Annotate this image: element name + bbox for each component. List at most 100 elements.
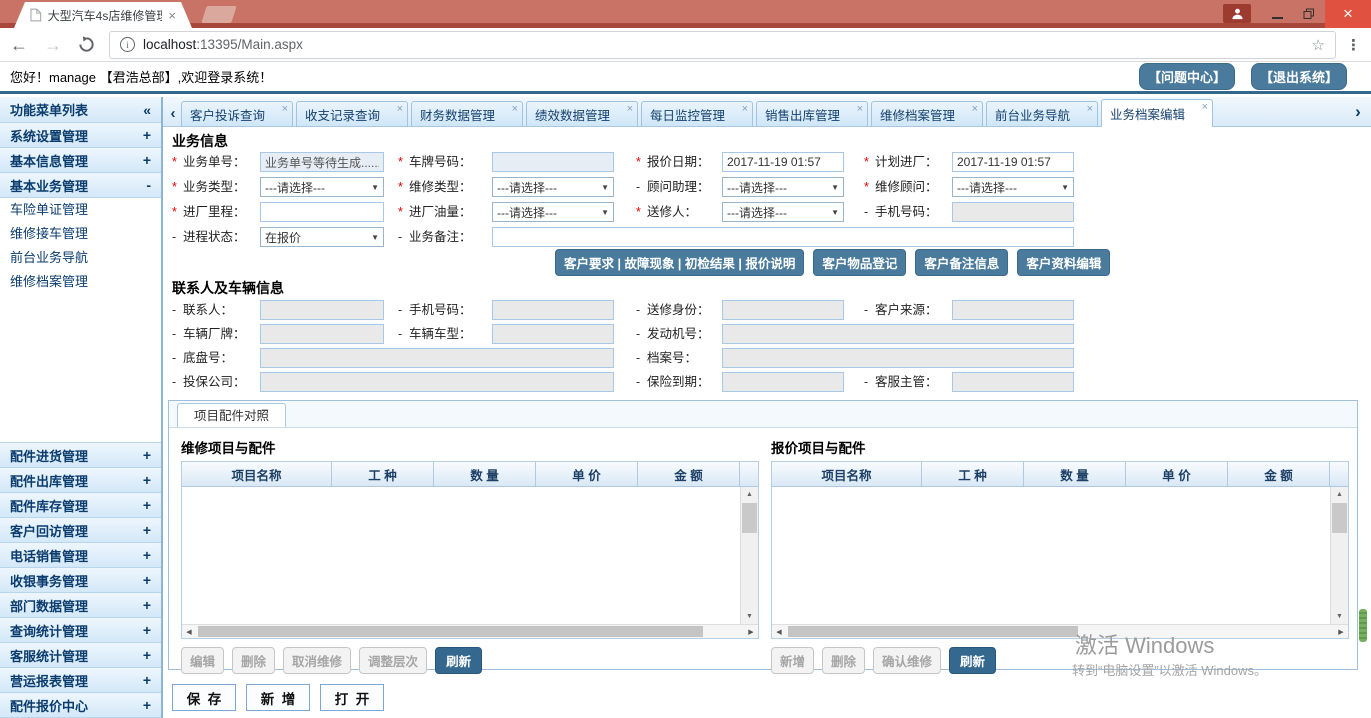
plate-no-input[interactable] [492, 152, 614, 172]
tab-close-icon[interactable]: × [1087, 104, 1093, 114]
logout-button[interactable]: 【退出系统】 [1251, 63, 1347, 90]
btn-refresh-left[interactable]: 刷新 [435, 647, 482, 674]
sidebar-group-cs-stats[interactable]: 客服统计管理+ [0, 643, 161, 668]
btn-cancel-repair[interactable]: 取消维修 [283, 647, 351, 674]
sidebar-group-operation-reports[interactable]: 营运报表管理+ [0, 668, 161, 693]
engine-no-input[interactable] [722, 324, 1074, 344]
info-icon[interactable]: i [120, 37, 135, 52]
sidebar-group-basic-business[interactable]: 基本业务管理 - [0, 173, 161, 198]
back-icon[interactable] [10, 36, 28, 54]
btn-customer-notes[interactable]: 客户备注信息 [915, 249, 1008, 276]
insurance-due-input[interactable] [722, 372, 844, 392]
tab-customer-complaints[interactable]: 客户投诉查询× [181, 101, 293, 126]
expand-icon[interactable]: + [143, 647, 151, 663]
business-note-input[interactable] [492, 227, 1074, 247]
btn-confirm-repair[interactable]: 确认维修 [873, 647, 941, 674]
expand-icon[interactable]: + [143, 472, 151, 488]
advisor-assistant-select[interactable]: ---请选择--- [722, 177, 844, 197]
tab-finance-data[interactable]: 财务数据管理× [411, 101, 523, 126]
expand-icon[interactable]: + [143, 497, 151, 513]
tab-close-icon[interactable]: × [972, 104, 978, 114]
tab-close-icon[interactable]: × [512, 104, 518, 114]
new-tab-button[interactable] [201, 6, 237, 23]
expand-icon[interactable]: + [143, 622, 151, 638]
horizontal-scrollbar[interactable] [772, 624, 1348, 638]
restore-button[interactable] [1293, 0, 1325, 28]
expand-icon[interactable]: + [143, 672, 151, 688]
sidebar-group-query-stats[interactable]: 查询统计管理+ [0, 618, 161, 643]
scrollbar-thumb[interactable] [198, 626, 703, 637]
scroll-down-icon[interactable] [741, 609, 758, 624]
sidebar-group-telesales[interactable]: 电话销售管理+ [0, 543, 161, 568]
expand-icon[interactable]: + [143, 127, 151, 143]
sidebar-group-parts-outbound[interactable]: 配件出库管理+ [0, 468, 161, 493]
scroll-right-icon[interactable] [1334, 625, 1348, 638]
tab-close-icon[interactable]: × [1202, 102, 1208, 112]
page-scrollbar-thumb[interactable] [1359, 609, 1367, 642]
vehicle-brand-input[interactable] [260, 324, 384, 344]
archive-no-input[interactable] [722, 348, 1074, 368]
open-button[interactable]: 打 开 [320, 684, 384, 711]
expand-icon[interactable]: + [143, 597, 151, 613]
tab-close-icon[interactable]: × [397, 104, 403, 114]
order-no-input[interactable] [260, 152, 384, 172]
question-center-button[interactable]: 【问题中心】 [1139, 63, 1235, 90]
cs-manager-input[interactable] [952, 372, 1074, 392]
bookmark-star-icon[interactable] [1312, 36, 1325, 54]
btn-customer-profile-edit[interactable]: 客户资料编辑 [1017, 249, 1110, 276]
sidebar-group-customer-followup[interactable]: 客户回访管理+ [0, 518, 161, 543]
repair-advisor-select[interactable]: ---请选择--- [952, 177, 1074, 197]
new-button[interactable]: 新 增 [246, 684, 310, 711]
btn-delete-right[interactable]: 删除 [822, 647, 865, 674]
scroll-up-icon[interactable] [741, 487, 758, 502]
collapse-icon[interactable]: « [143, 102, 151, 118]
tab-business-archive-edit[interactable]: 业务档案编辑× [1101, 99, 1213, 127]
save-button[interactable]: 保 存 [172, 684, 236, 711]
scrollbar-thumb[interactable] [742, 503, 757, 533]
sidebar-group-parts-inventory[interactable]: 配件库存管理+ [0, 493, 161, 518]
plan-in-date-input[interactable] [952, 152, 1074, 172]
browser-tab[interactable]: 大型汽车4s店维修管理系 × [14, 2, 192, 28]
btn-delete-left[interactable]: 删除 [232, 647, 275, 674]
scroll-left-icon[interactable] [182, 625, 196, 638]
btn-customer-items[interactable]: 客户物品登记 [813, 249, 906, 276]
tab-sales-outbound[interactable]: 销售出库管理× [756, 101, 868, 126]
repair-type-select[interactable]: ---请选择--- [492, 177, 614, 197]
tab-item-parts-compare[interactable]: 项目配件对照 [177, 403, 286, 427]
scrollbar-thumb[interactable] [1332, 503, 1347, 533]
tab-front-desk-nav[interactable]: 前台业务导航× [986, 101, 1098, 126]
tab-performance-data[interactable]: 绩效数据管理× [526, 101, 638, 126]
sidebar-item-front-desk-nav[interactable]: 前台业务导航 [0, 246, 161, 270]
btn-customer-requirements[interactable]: 客户要求 | 故障现象 | 初检结果 | 报价说明 [555, 249, 804, 276]
sidebar-group-department-data[interactable]: 部门数据管理+ [0, 593, 161, 618]
profile-icon[interactable] [1223, 4, 1251, 23]
sidebar-group-system-settings[interactable]: 系统设置管理 + [0, 123, 161, 148]
progress-status-select[interactable]: 在报价 [260, 227, 384, 247]
collapse-minus-icon[interactable]: - [146, 177, 151, 193]
quote-date-input[interactable] [722, 152, 844, 172]
expand-icon[interactable]: + [143, 152, 151, 168]
sidebar-header[interactable]: 功能菜单列表 « [0, 97, 161, 123]
expand-icon[interactable]: + [143, 522, 151, 538]
expand-icon[interactable]: + [143, 697, 151, 713]
sidebar-item-repair-reception[interactable]: 维修接车管理 [0, 222, 161, 246]
expand-icon[interactable]: + [143, 547, 151, 563]
vertical-scrollbar[interactable] [1330, 487, 1348, 624]
scroll-left-icon[interactable] [772, 625, 786, 638]
btn-edit[interactable]: 编辑 [181, 647, 224, 674]
sender-select[interactable]: ---请选择--- [722, 202, 844, 222]
tab-repair-archives[interactable]: 维修档案管理× [871, 101, 983, 126]
tab-close-icon[interactable]: × [857, 104, 863, 114]
tab-close-icon[interactable]: × [282, 104, 288, 114]
contact-mobile-input[interactable] [492, 300, 614, 320]
reload-icon[interactable] [78, 36, 95, 53]
tab-close-icon[interactable]: × [742, 104, 748, 114]
tab-close-icon[interactable]: × [627, 104, 633, 114]
tab-scroll-right-icon[interactable]: › [1350, 102, 1366, 126]
mileage-input[interactable] [260, 202, 384, 222]
scroll-down-icon[interactable] [1331, 609, 1348, 624]
expand-icon[interactable]: + [143, 572, 151, 588]
insurer-input[interactable] [260, 372, 614, 392]
scroll-right-icon[interactable] [744, 625, 758, 638]
tab-scroll-left-icon[interactable]: ‹ [165, 105, 181, 126]
